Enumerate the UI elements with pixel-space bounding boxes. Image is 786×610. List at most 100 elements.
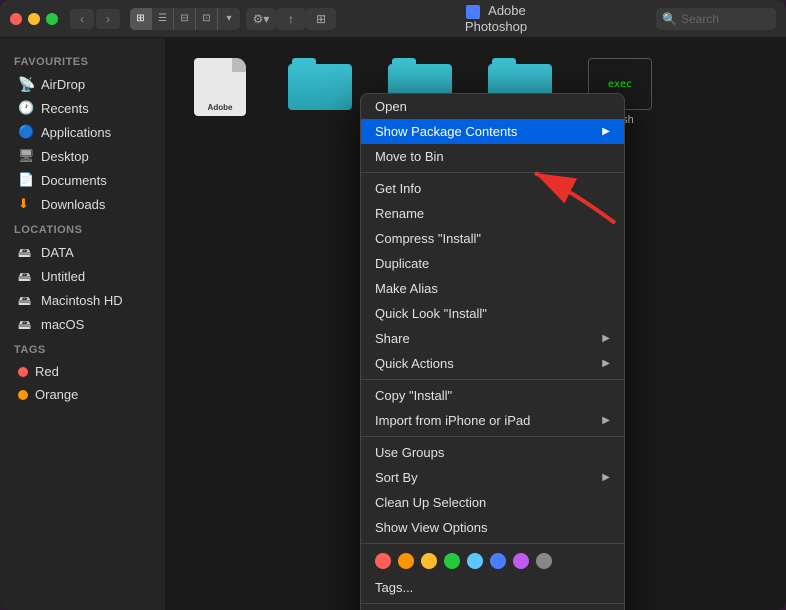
search-icon: 🔍 xyxy=(662,12,677,26)
submenu-arrow: ▶ xyxy=(602,333,610,344)
column-view-btn[interactable]: ⊟ xyxy=(174,8,196,30)
cm-duplicate[interactable]: Duplicate xyxy=(361,251,624,276)
sidebar-item-label: Applications xyxy=(41,125,111,140)
gallery-view-btn[interactable]: ⊡ xyxy=(196,8,218,30)
cm-sort-by[interactable]: Sort By ▶ xyxy=(361,465,624,490)
sidebar-item-label: Downloads xyxy=(41,197,105,212)
cm-tags-label[interactable]: Tags... xyxy=(361,575,624,600)
folder-icon xyxy=(466,5,480,19)
sidebar-item-macos[interactable]: 🖴 macOS xyxy=(4,312,161,336)
cm-move-to-bin[interactable]: Move to Bin xyxy=(361,144,624,169)
sidebar-item-desktop[interactable]: 🖥 Desktop xyxy=(4,144,161,168)
sidebar-item-label: AirDrop xyxy=(41,77,85,92)
recents-icon: 🕐 xyxy=(18,100,34,116)
nav-buttons: ‹ › xyxy=(70,9,120,29)
sidebar-item-red[interactable]: Red xyxy=(4,360,161,383)
orange-tag-dot xyxy=(18,390,28,400)
close-button[interactable] xyxy=(10,13,22,25)
tags-label: Tags xyxy=(0,336,165,360)
sidebar-item-label: Recents xyxy=(41,101,89,116)
sidebar-item-label: Orange xyxy=(35,387,78,402)
cm-share[interactable]: Share ▶ xyxy=(361,326,624,351)
search-placeholder: Search xyxy=(681,12,719,26)
cm-quick-look[interactable]: Quick Look "Install" xyxy=(361,301,624,326)
list-item[interactable] xyxy=(285,58,355,114)
tag-green[interactable] xyxy=(444,553,460,569)
drive-icon: 🖴 xyxy=(18,268,34,284)
tag-blue[interactable] xyxy=(490,553,506,569)
tag-gray[interactable] xyxy=(536,553,552,569)
doc-adobe-label: Adobe xyxy=(208,103,233,112)
cm-quick-actions[interactable]: Quick Actions ▶ xyxy=(361,351,624,376)
sidebar-item-airdrop[interactable]: 📡 AirDrop xyxy=(4,72,161,96)
tag-purple[interactable] xyxy=(513,553,529,569)
window-title: Adobe Photoshop xyxy=(443,3,550,34)
drive-icon: 🖴 xyxy=(18,292,34,308)
tag-orange[interactable] xyxy=(398,553,414,569)
sidebar-item-applications[interactable]: 🔵 Applications xyxy=(4,120,161,144)
doc-icon: Adobe xyxy=(194,58,246,116)
minimize-button[interactable] xyxy=(28,13,40,25)
tag-button[interactable]: ⊞ xyxy=(306,8,336,30)
submenu-arrow: ▶ xyxy=(602,472,610,483)
sidebar-item-label: DATA xyxy=(41,245,74,260)
sidebar-item-downloads[interactable]: ⬇ Downloads xyxy=(4,192,161,216)
cm-get-info[interactable]: Get Info xyxy=(361,176,624,201)
icon-view-btn[interactable]: ⊞ xyxy=(130,8,152,30)
cm-copy[interactable]: Copy "Install" xyxy=(361,383,624,408)
cm-compress[interactable]: Compress "Install" xyxy=(361,226,624,251)
drive-icon: 🖴 xyxy=(18,316,34,332)
sidebar-item-documents[interactable]: 📄 Documents xyxy=(4,168,161,192)
tag-yellow[interactable] xyxy=(421,553,437,569)
cm-divider xyxy=(361,379,624,380)
submenu-arrow: ▶ xyxy=(602,126,610,137)
titlebar: ‹ › ⊞ ☰ ⊟ ⊡ ▾ ⚙▾ ↑ ⊞ Adobe Photoshop 🔍 S… xyxy=(0,0,786,38)
submenu-arrow: ▶ xyxy=(602,358,610,369)
sidebar-item-recents[interactable]: 🕐 Recents xyxy=(4,96,161,120)
sidebar-item-untitled[interactable]: 🖴 Untitled xyxy=(4,264,161,288)
action-button[interactable]: ⚙▾ xyxy=(246,8,276,30)
sidebar-item-macintosh[interactable]: 🖴 Macintosh HD xyxy=(4,288,161,312)
red-tag-dot xyxy=(18,367,28,377)
doc-corner xyxy=(232,58,246,72)
search-bar[interactable]: 🔍 Search xyxy=(656,8,776,30)
cm-divider xyxy=(361,543,624,544)
folder-body xyxy=(288,64,352,110)
view-toggle: ⊞ ☰ ⊟ ⊡ ▾ xyxy=(130,8,240,30)
tag-red[interactable] xyxy=(375,553,391,569)
cm-import[interactable]: Import from iPhone or iPad ▶ xyxy=(361,408,624,433)
cm-open[interactable]: Open xyxy=(361,94,624,119)
cm-tags-row xyxy=(361,547,624,575)
cm-rename[interactable]: Rename xyxy=(361,201,624,226)
airdrop-icon: 📡 xyxy=(18,76,34,92)
sidebar-item-orange[interactable]: Orange xyxy=(4,383,161,406)
sidebar-item-label: Desktop xyxy=(41,149,89,164)
sidebar-item-label: Documents xyxy=(41,173,107,188)
finder-window: ‹ › ⊞ ☰ ⊟ ⊡ ▾ ⚙▾ ↑ ⊞ Adobe Photoshop 🔍 S… xyxy=(0,0,786,610)
cm-use-groups[interactable]: Use Groups xyxy=(361,440,624,465)
cm-clean-up[interactable]: Clean Up Selection xyxy=(361,490,624,515)
desktop-icon: 🖥 xyxy=(18,148,34,164)
cm-show-package[interactable]: Show Package Contents ▶ xyxy=(361,119,624,144)
list-item[interactable]: Adobe xyxy=(185,58,255,120)
main-area: Favourites 📡 AirDrop 🕐 Recents 🔵 Applica… xyxy=(0,38,786,610)
sidebar-item-data[interactable]: 🖴 DATA xyxy=(4,240,161,264)
content-area: Adobe xyxy=(165,38,786,610)
submenu-arrow: ▶ xyxy=(602,415,610,426)
share-button[interactable]: ↑ xyxy=(276,8,306,30)
fullscreen-button[interactable] xyxy=(46,13,58,25)
back-button[interactable]: ‹ xyxy=(70,9,94,29)
drive-icon: 🖴 xyxy=(18,244,34,260)
cm-divider xyxy=(361,436,624,437)
folder-icon xyxy=(288,58,352,110)
view-dropdown-btn[interactable]: ▾ xyxy=(218,8,240,30)
tag-blue-light[interactable] xyxy=(467,553,483,569)
sidebar-item-label: Macintosh HD xyxy=(41,293,123,308)
forward-button[interactable]: › xyxy=(96,9,120,29)
cm-view-options[interactable]: Show View Options xyxy=(361,515,624,540)
cm-make-alias[interactable]: Make Alias xyxy=(361,276,624,301)
locations-label: Locations xyxy=(0,216,165,240)
list-view-btn[interactable]: ☰ xyxy=(152,8,174,30)
cm-divider xyxy=(361,603,624,604)
context-menu: Open Show Package Contents ▶ Move to Bin… xyxy=(360,93,625,610)
